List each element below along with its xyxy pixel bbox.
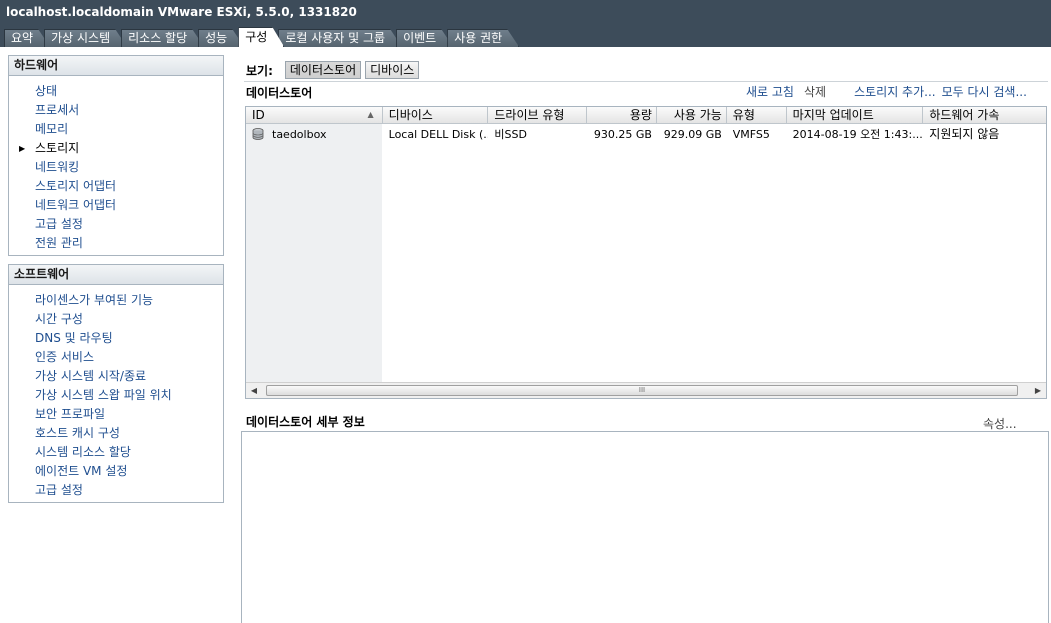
- hardware-panel-title: 하드웨어: [9, 56, 223, 76]
- col-last-update[interactable]: 마지막 업데이트: [787, 107, 924, 124]
- add-storage-link[interactable]: 스토리지 추가...: [854, 83, 936, 100]
- hw-item-storage[interactable]: ▶ 스토리지: [9, 139, 223, 158]
- col-id-label: ID: [252, 108, 265, 122]
- horizontal-scrollbar[interactable]: ◀ III ▶: [246, 382, 1046, 398]
- cell-capacity: 930.25 GB: [593, 128, 652, 141]
- hw-item-status[interactable]: 상태: [9, 82, 223, 101]
- cell-id: taedolbox: [246, 125, 383, 144]
- sort-asc-icon: ▲: [367, 110, 374, 119]
- table-header: ID ▲ 디바이스 드라이브 유형 용량 사용 가능 유형 마지막 업데이트 하…: [246, 107, 1046, 124]
- selected-arrow-icon: ▶: [19, 144, 26, 153]
- tab-local-users-groups[interactable]: 로컬 사용자 및 그룹: [278, 29, 402, 47]
- view-switcher: 보기: 데이터스토어 디바이스: [246, 60, 423, 80]
- tab-strip: 요약 가상 시스템 리소스 할당 성능 구성 로컬 사용자 및 그룹 이벤트 사…: [4, 27, 513, 47]
- sw-item-authentication-services[interactable]: 인증 서비스: [9, 348, 223, 367]
- col-hw-accel[interactable]: 하드웨어 가속: [923, 107, 1046, 124]
- id-column-shade: [246, 124, 382, 382]
- hw-item-advanced-settings[interactable]: 고급 설정: [9, 215, 223, 234]
- datastore-icon: [252, 128, 264, 140]
- hw-item-processors[interactable]: 프로세서: [9, 101, 223, 120]
- tab-events[interactable]: 이벤트: [396, 29, 453, 47]
- col-capacity[interactable]: 용량: [587, 107, 657, 124]
- tab-resource-allocation[interactable]: 리소스 할당: [121, 29, 204, 47]
- software-list: 라이센스가 부여된 기능 시간 구성 DNS 및 라우팅 인증 서비스 가상 시…: [9, 285, 223, 504]
- tab-performance[interactable]: 성능: [198, 29, 244, 47]
- software-panel-title: 소프트웨어: [9, 265, 223, 285]
- datastore-actions: 새로 고침 삭제 스토리지 추가... 모두 다시 검색...: [746, 83, 1037, 100]
- delete-link[interactable]: 삭제: [804, 83, 826, 100]
- hardware-list: 상태 프로세서 메모리 ▶ 스토리지 네트워킹 스토리지 어댑터 네트워크 어댑터…: [9, 76, 223, 257]
- scroll-right-icon[interactable]: ▶: [1030, 383, 1046, 398]
- cell-type: VMFS5: [732, 128, 770, 141]
- sw-item-licensed-features[interactable]: 라이센스가 부여된 기능: [9, 291, 223, 310]
- details-title: 데이터스토어 세부 정보: [246, 415, 365, 429]
- properties-link[interactable]: 속성...: [983, 415, 1017, 432]
- col-type[interactable]: 유형: [727, 107, 787, 124]
- details-pane: [241, 431, 1049, 623]
- sw-item-vm-swapfile-location[interactable]: 가상 시스템 스왑 파일 위치: [9, 386, 223, 405]
- sw-item-security-profile[interactable]: 보안 프로파일: [9, 405, 223, 424]
- datastores-table: ID ▲ 디바이스 드라이브 유형 용량 사용 가능 유형 마지막 업데이트 하…: [245, 106, 1047, 399]
- view-datastores-button[interactable]: 데이터스토어: [284, 61, 362, 79]
- cell-free: 929.09 GB: [663, 128, 722, 141]
- hw-item-power-management[interactable]: 전원 관리: [9, 234, 223, 253]
- rescan-all-link[interactable]: 모두 다시 검색...: [942, 83, 1027, 100]
- cell-drive-type: 비SSD: [494, 128, 527, 141]
- hw-item-storage-adapters[interactable]: 스토리지 어댑터: [9, 177, 223, 196]
- col-device[interactable]: 디바이스: [383, 107, 489, 124]
- table-row[interactable]: taedolbox Local DELL Disk (... 비SSD 930.…: [246, 125, 1046, 144]
- divider: [244, 81, 1048, 82]
- sw-item-agent-vm-settings[interactable]: 에이전트 VM 설정: [9, 462, 223, 481]
- cell-hw-accel: 지원되지 않음: [929, 127, 1000, 141]
- tab-summary[interactable]: 요약: [4, 29, 50, 47]
- tab-virtual-machines[interactable]: 가상 시스템: [44, 29, 127, 47]
- view-label: 보기:: [246, 63, 273, 78]
- col-free[interactable]: 사용 가능: [657, 107, 727, 124]
- datastores-title: 데이터스토어: [246, 86, 313, 100]
- hardware-panel: 하드웨어 상태 프로세서 메모리 ▶ 스토리지 네트워킹 스토리지 어댑터 네트워…: [8, 55, 224, 256]
- software-panel: 소프트웨어 라이센스가 부여된 기능 시간 구성 DNS 및 라우팅 인증 서비…: [8, 264, 224, 503]
- refresh-link[interactable]: 새로 고침: [746, 83, 794, 100]
- sw-item-advanced-settings[interactable]: 고급 설정: [9, 481, 223, 500]
- cell-id-text: taedolbox: [272, 128, 327, 141]
- sw-item-host-cache[interactable]: 호스트 캐시 구성: [9, 424, 223, 443]
- cell-last-update: 2014-08-19 오전 1:43:...: [792, 128, 923, 141]
- hw-item-network-adapters[interactable]: 네트워크 어댑터: [9, 196, 223, 215]
- sw-item-time-configuration[interactable]: 시간 구성: [9, 310, 223, 329]
- col-drive-type[interactable]: 드라이브 유형: [488, 107, 588, 124]
- view-devices-button[interactable]: 디바이스: [365, 61, 420, 79]
- scroll-thumb[interactable]: III: [266, 385, 1018, 396]
- tab-configuration[interactable]: 구성: [238, 27, 284, 47]
- sw-item-system-resource-allocation[interactable]: 시스템 리소스 할당: [9, 443, 223, 462]
- sw-item-dns-routing[interactable]: DNS 및 라우팅: [9, 329, 223, 348]
- hw-item-storage-label: 스토리지: [35, 141, 80, 155]
- sw-item-vm-startup-shutdown[interactable]: 가상 시스템 시작/종료: [9, 367, 223, 386]
- col-id[interactable]: ID ▲: [246, 107, 383, 124]
- title-bar: localhost.localdomain VMware ESXi, 5.5.0…: [0, 0, 1051, 47]
- scroll-left-icon[interactable]: ◀: [246, 383, 262, 398]
- window-title: localhost.localdomain VMware ESXi, 5.5.0…: [6, 5, 357, 19]
- cell-device: Local DELL Disk (...: [388, 128, 489, 141]
- tab-permissions[interactable]: 사용 권한: [447, 29, 519, 47]
- hw-item-networking[interactable]: 네트워킹: [9, 158, 223, 177]
- hw-item-memory[interactable]: 메모리: [9, 120, 223, 139]
